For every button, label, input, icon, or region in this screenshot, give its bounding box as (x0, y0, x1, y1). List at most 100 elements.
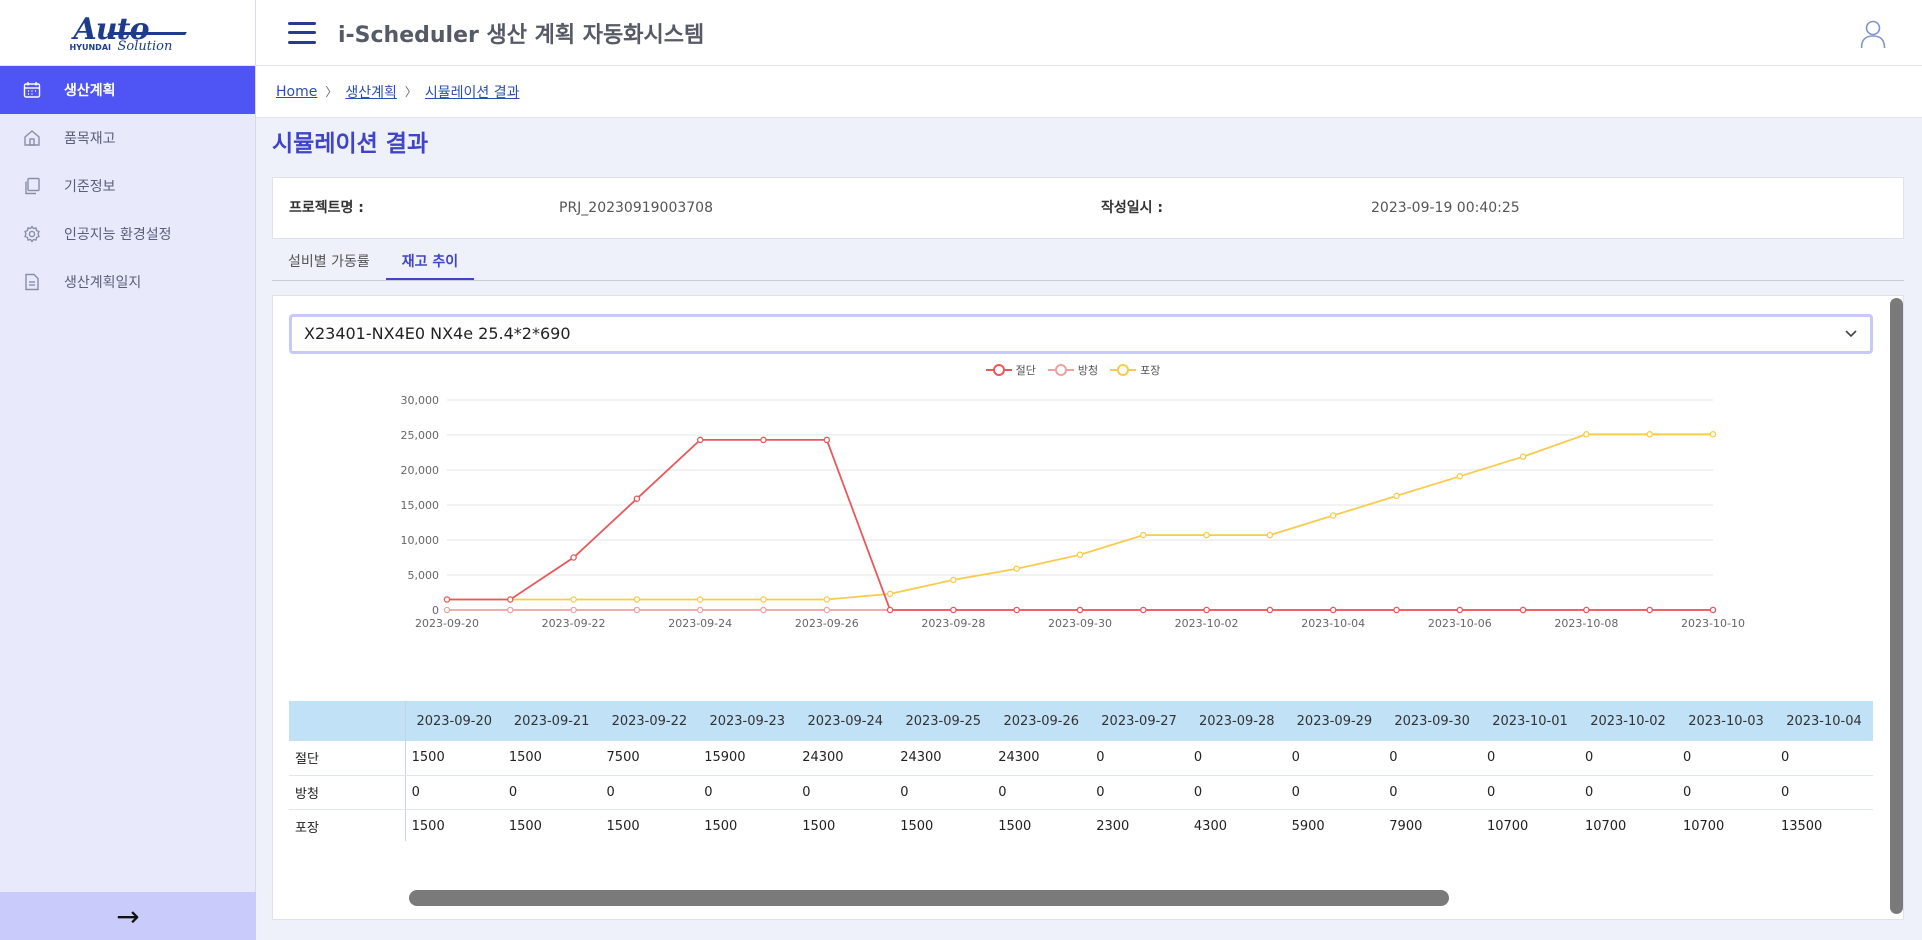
logo-swoosh (106, 31, 187, 35)
table-row-label: 절단 (289, 741, 406, 776)
y-tick-label: 30,000 (401, 394, 440, 407)
data-point (760, 606, 767, 614)
legend-label: 포장 (1140, 364, 1161, 377)
table-cell: 4300 (1187, 809, 1286, 841)
data-point (1203, 606, 1210, 614)
table-header-cell: 2023-09-22 (600, 701, 699, 741)
data-point (950, 606, 957, 614)
data-point (1203, 531, 1210, 539)
table-cell: 2300 (1090, 809, 1188, 841)
sidebar-item-label: 인공지능 환경설정 (64, 227, 172, 243)
inventory-trend-panel: X23401-NX4E0 NX4e 25.4*2*690 절단 방청 포장 05… (272, 295, 1904, 920)
table-cell: 1500 (698, 809, 797, 841)
logo-area[interactable]: Auto HYUNDAI Solution (0, 0, 255, 66)
vertical-scrollbar[interactable] (1890, 298, 1903, 914)
sidebar-collapse-button[interactable]: → (0, 892, 256, 940)
breadcrumb-production-plan[interactable]: 생산계획 (345, 82, 397, 102)
data-point (1519, 453, 1527, 460)
document-icon (22, 272, 42, 292)
data-point (1266, 531, 1274, 539)
table-header-cell: 2023-09-21 (502, 701, 601, 741)
table-cell: 0 (1383, 775, 1481, 810)
table-cell: 1500 (502, 741, 601, 776)
horizontal-scrollbar[interactable] (409, 890, 1449, 906)
sidebar-item-master-data[interactable]: 기준정보 (0, 162, 255, 210)
data-point (1266, 606, 1274, 614)
table-cell: 0 (698, 775, 797, 810)
inventory-line-chart: 0 5,000 10,000 15,000 20,000 25,000 30,000 2023… (401, 394, 1745, 630)
table-cell: 1500 (502, 809, 601, 841)
created-at-value: 2023-09-19 00:40:25 (1371, 200, 1520, 216)
table-header-cell: 2023-09-20 (405, 701, 503, 741)
inventory-table: 2023-09-20 2023-09-21 2023-09-22 2023-09-23… (289, 701, 1873, 841)
table-header-cell: 2023-09-23 (698, 701, 797, 741)
table-row: 방청 0 0 0 0 0 0 0 0 0 0 0 0 0 0 0 (289, 775, 1873, 810)
table-cell: 7900 (1383, 809, 1481, 841)
breadcrumb-home[interactable]: Home (276, 84, 317, 100)
data-point (823, 606, 831, 614)
data-point (1329, 512, 1337, 519)
x-tick-label: 2023-10-06 (1428, 617, 1492, 630)
sidebar-item-production-plan[interactable]: 생산계획 (0, 66, 255, 114)
logo-brand-sub: Solution (117, 38, 173, 54)
data-point (1646, 431, 1653, 438)
table-cell: 0 (1578, 775, 1677, 810)
copy-icon (22, 176, 42, 196)
table-header-cell: 2023-09-24 (796, 701, 895, 741)
inventory-table-wrap: 2023-09-20 2023-09-21 2023-09-22 2023-09-23… (289, 701, 1873, 841)
data-point (760, 436, 767, 444)
table-corner-cell (289, 701, 406, 741)
legend-item-rust[interactable]: 방청 (1047, 362, 1099, 378)
legend-label: 방청 (1077, 364, 1099, 377)
table-cell: 0 (1774, 775, 1873, 810)
data-point (950, 576, 957, 584)
data-point (633, 596, 641, 603)
data-point (1583, 431, 1590, 438)
chevron-down-icon (1845, 330, 1857, 338)
data-point (1076, 606, 1084, 614)
data-point (1076, 551, 1084, 558)
table-cell: 1500 (600, 809, 699, 841)
table-header-cell: 2023-09-30 (1383, 701, 1481, 741)
table-cell: 0 (1285, 741, 1384, 776)
y-tick-label: 15,000 (401, 499, 440, 512)
data-point (760, 596, 767, 603)
data-point (1393, 606, 1400, 614)
item-select[interactable]: X23401-NX4E0 NX4e 25.4*2*690 (289, 314, 1873, 354)
data-point (1646, 606, 1653, 614)
table-row: 포장 1500 1500 1500 1500 1500 1500 1500 2300 4300 59… (289, 809, 1873, 841)
table-header-cell: 2023-09-27 (1090, 701, 1188, 741)
hamburger-menu-icon[interactable] (288, 21, 316, 44)
project-name-label: 프로젝트명 : (289, 200, 364, 216)
data-point (1140, 531, 1147, 539)
result-tabs: 설비별 가동률 재고 추이 (272, 246, 1904, 281)
data-point (633, 606, 641, 614)
x-tick-label: 2023-10-10 (1681, 617, 1745, 630)
table-cell: 0 (1578, 741, 1677, 776)
data-point (1709, 606, 1717, 614)
sidebar-item-production-log[interactable]: 생산계획일지 (0, 258, 255, 306)
table-cell: 10700 (1676, 809, 1775, 841)
data-point (507, 596, 514, 603)
data-point (1456, 606, 1464, 614)
data-point (633, 495, 641, 502)
data-point (696, 436, 704, 444)
sidebar: Auto HYUNDAI Solution 생산계획 품목재고 기준정보 인공지… (0, 0, 256, 940)
sidebar-item-ai-settings[interactable]: 인공지능 환경설정 (0, 210, 255, 258)
legend-item-cut[interactable]: 절단 (985, 362, 1036, 378)
logo-brand-small: HYUNDAI (69, 42, 112, 52)
sidebar-item-inventory[interactable]: 품목재고 (0, 114, 255, 162)
chart-legend: 절단 방청 포장 (273, 362, 1873, 378)
tab-inventory-trend[interactable]: 재고 추이 (385, 246, 475, 280)
breadcrumb-simulation-result[interactable]: 시뮬레이션 결과 (425, 82, 520, 102)
x-tick-label: 2023-09-22 (542, 617, 606, 630)
table-cell: 24300 (992, 741, 1091, 776)
tab-equipment-utilization[interactable]: 설비별 가동률 (272, 246, 386, 280)
chevron-right-icon: 〉 (404, 85, 417, 99)
legend-item-pack[interactable]: 포장 (1110, 362, 1160, 378)
user-icon[interactable] (1860, 19, 1886, 49)
table-header-cell: 2023-09-26 (992, 701, 1091, 741)
legend-label: 절단 (1015, 364, 1036, 377)
legend-marker-icon (1047, 364, 1074, 376)
table-header-cell: 2023-09-25 (894, 701, 993, 741)
